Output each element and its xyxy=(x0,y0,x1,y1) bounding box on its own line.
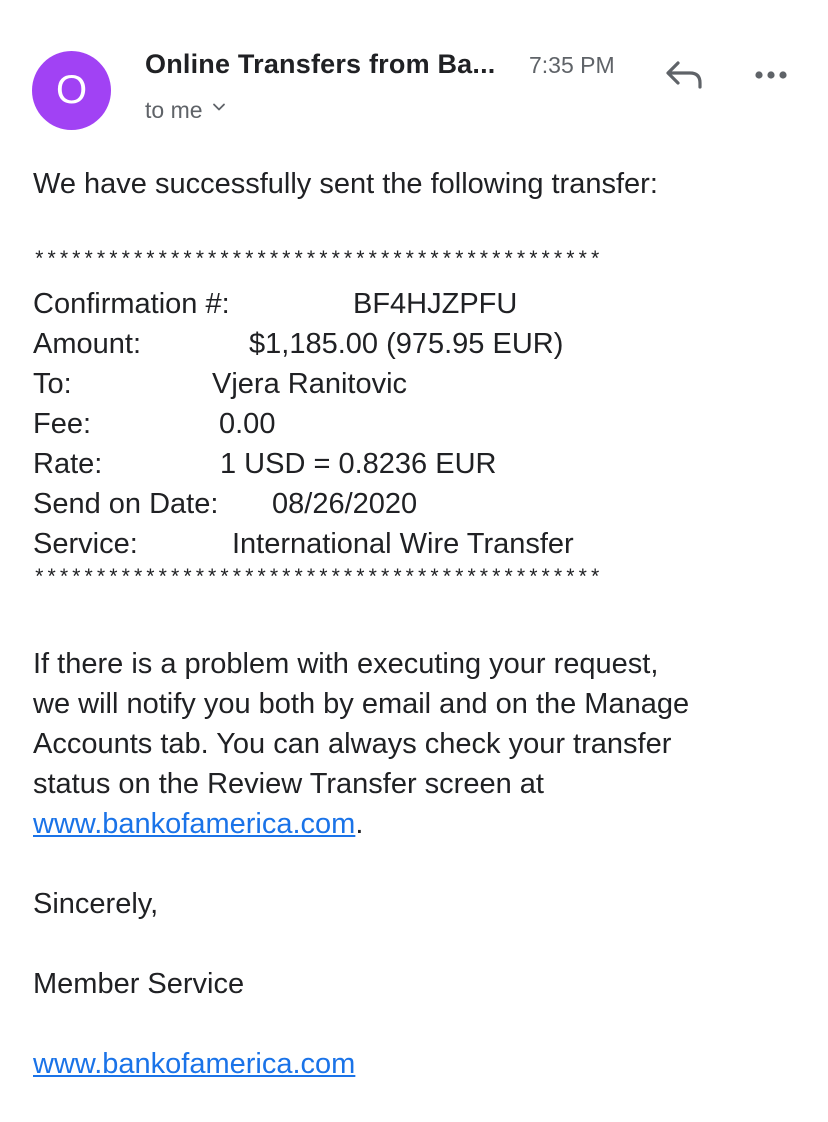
detail-value: $1,185.00 (975.95 EUR) xyxy=(249,328,564,360)
closing-text: Sincerely, xyxy=(33,888,159,920)
detail-value: 08/26/2020 xyxy=(272,488,418,520)
sender-name[interactable]: Online Transfers from Ba... xyxy=(145,49,496,80)
notice-line: Accounts tab. You can always check your … xyxy=(33,728,672,760)
email-header: O Online Transfers from Ba... 7:35 PM to… xyxy=(0,0,828,150)
detail-label: Send on Date: xyxy=(33,488,219,520)
notice-line: If there is a problem with executing you… xyxy=(33,648,659,680)
notice-link-line: www.bankofamerica.com. xyxy=(33,804,803,844)
separator-bottom: ****************************************… xyxy=(33,568,602,591)
detail-label: To: xyxy=(33,368,72,400)
intro-text: We have successfully sent the following … xyxy=(33,168,658,200)
reply-icon[interactable] xyxy=(662,55,706,95)
footer-link-line: www.bankofamerica.com xyxy=(33,1044,355,1084)
separator-top: ****************************************… xyxy=(33,250,602,273)
detail-value: International Wire Transfer xyxy=(232,528,574,560)
footer-website-link[interactable]: www.bankofamerica.com xyxy=(33,1048,355,1080)
detail-value: 0.00 xyxy=(219,408,276,440)
chevron-down-icon xyxy=(212,103,225,111)
bank-website-link[interactable]: www.bankofamerica.com xyxy=(33,808,355,840)
detail-label: Confirmation #: xyxy=(33,288,230,320)
notice-line: we will notify you both by email and on … xyxy=(33,688,690,720)
email-time: 7:35 PM xyxy=(529,52,615,78)
sender-avatar[interactable]: O xyxy=(32,51,111,130)
detail-label: Amount: xyxy=(33,328,141,360)
detail-value: BF4HJZPFU xyxy=(353,288,518,320)
detail-value: 1 USD = 0.8236 EUR xyxy=(220,448,497,480)
notice-paragraph: If there is a problem with executing you… xyxy=(33,644,803,844)
recipient-label: to me xyxy=(145,97,203,123)
detail-label: Rate: xyxy=(33,448,103,480)
notice-line: status on the Review Transfer screen at xyxy=(33,768,544,800)
recipient-toggle[interactable]: to me xyxy=(145,97,227,124)
detail-value: Vjera Ranitovic xyxy=(212,368,408,400)
more-options-icon[interactable] xyxy=(748,58,794,92)
signature-text: Member Service xyxy=(33,968,245,1000)
detail-label: Service: xyxy=(33,528,138,560)
notice-link-suffix: . xyxy=(355,808,364,840)
detail-label: Fee: xyxy=(33,408,92,440)
